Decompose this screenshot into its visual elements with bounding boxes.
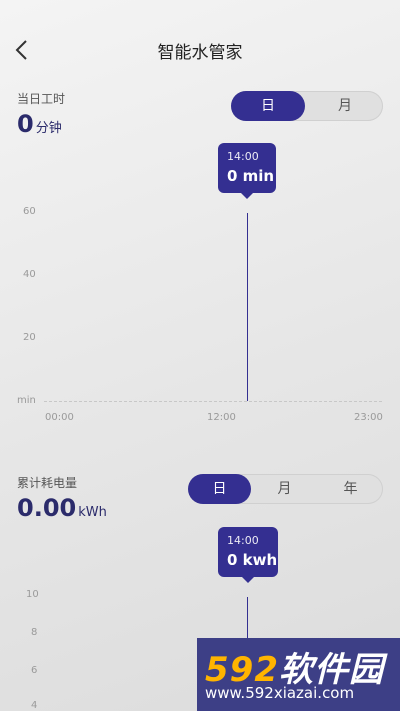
y-tick-label: 8 bbox=[31, 627, 38, 638]
tab-year[interactable]: 年 bbox=[318, 474, 383, 504]
tooltip-value: 0 kwh bbox=[227, 551, 278, 569]
tooltip-pointer bbox=[241, 193, 253, 199]
page-title: 智能水管家 bbox=[157, 43, 243, 63]
tooltip-time: 14:00 bbox=[227, 150, 259, 163]
tab-month[interactable]: 月 bbox=[253, 474, 316, 504]
energy-label: 累计耗电量 bbox=[17, 476, 78, 490]
work-time-unit: 分钟 bbox=[35, 121, 62, 136]
energy-unit: kWh bbox=[78, 505, 107, 520]
energy-value-group: 0.00 kWh bbox=[17, 494, 107, 522]
y-tick-label: 4 bbox=[31, 700, 38, 711]
work-time-value-group: 0 分钟 bbox=[17, 110, 62, 138]
y-tick-label: 10 bbox=[26, 589, 39, 600]
tooltip-time: 14:00 bbox=[227, 534, 259, 547]
x-tick-label: 12:00 bbox=[207, 412, 236, 423]
x-tick-label: 00:00 bbox=[45, 412, 74, 423]
x-axis-line bbox=[44, 401, 382, 402]
x-tick-label: 23:00 bbox=[354, 412, 383, 423]
tab-day[interactable]: 日 bbox=[188, 474, 251, 504]
tooltip-value: 0 min bbox=[227, 167, 275, 185]
y-tick-label: 20 bbox=[23, 332, 36, 343]
tab-month[interactable]: 月 bbox=[307, 91, 383, 121]
y-tick-label: 60 bbox=[23, 206, 36, 217]
work-time-tooltip: 14:00 0 min bbox=[218, 143, 276, 193]
energy-value: 0.00 bbox=[17, 494, 77, 522]
work-time-highlight-line bbox=[247, 213, 248, 401]
energy-period-switch: 日 月 年 bbox=[188, 474, 383, 504]
tab-day[interactable]: 日 bbox=[231, 91, 305, 121]
energy-tooltip: 14:00 0 kwh bbox=[218, 527, 278, 577]
watermark-url: www.592xiazai.com bbox=[205, 684, 355, 702]
work-time-value: 0 bbox=[17, 110, 34, 138]
y-tick-label: 40 bbox=[23, 269, 36, 280]
y-unit-label: min bbox=[17, 395, 36, 406]
site-watermark: 592软件园 www.592xiazai.com bbox=[197, 638, 400, 711]
y-tick-label: 6 bbox=[31, 665, 38, 676]
work-time-period-switch: 日 月 bbox=[231, 91, 383, 121]
work-time-label: 当日工时 bbox=[17, 92, 66, 106]
tooltip-pointer bbox=[242, 577, 254, 583]
